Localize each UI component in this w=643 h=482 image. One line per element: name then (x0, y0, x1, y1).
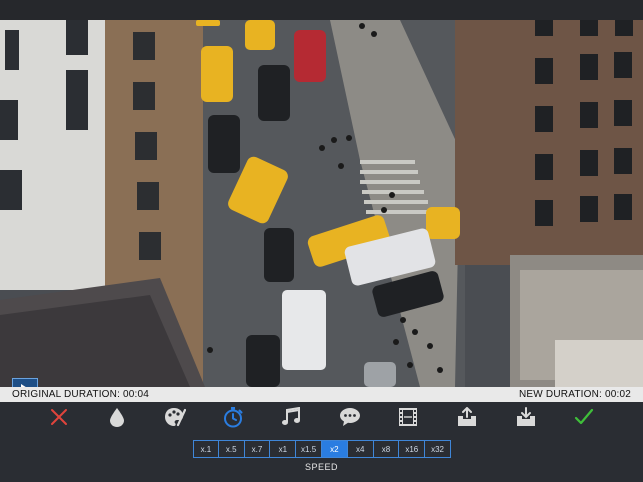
stopwatch-icon (224, 407, 243, 428)
film-button[interactable] (396, 405, 420, 429)
speed-label: SPEED (304, 462, 338, 472)
speed-option-x0-5[interactable]: x.5 (218, 440, 245, 458)
play-button[interactable] (12, 378, 38, 387)
speed-selector: x.1 x.5 x.7 x1 x1.5 x2 x4 x8 x16 x32 (193, 440, 451, 458)
confirm-button[interactable] (572, 405, 596, 429)
insert-before-button[interactable] (455, 405, 479, 429)
checkmark-icon (574, 408, 594, 425)
speed-option-x16[interactable]: x16 (399, 440, 426, 458)
music-note-icon (282, 407, 300, 425)
tray-up-icon (458, 407, 476, 426)
duration-bar: ORIGINAL DURATION: 00:04 NEW DURATION: 0… (0, 387, 643, 402)
cancel-button[interactable] (47, 405, 71, 429)
palette-icon (165, 408, 186, 427)
video-preview[interactable] (0, 20, 643, 387)
speed-button[interactable] (221, 405, 245, 429)
speech-bubble-icon (340, 408, 360, 426)
effects-button[interactable] (163, 405, 187, 429)
speed-option-x0-7[interactable]: x.7 (244, 440, 271, 458)
speed-option-x2[interactable]: x2 (321, 440, 348, 458)
droplet-icon (110, 408, 124, 427)
speed-option-x32[interactable]: x32 (425, 440, 451, 458)
text-button[interactable] (338, 405, 362, 429)
speed-option-x1[interactable]: x1 (270, 440, 297, 458)
original-duration-label: ORIGINAL DURATION: 00:04 (12, 389, 150, 400)
new-duration-label: NEW DURATION: 00:02 (519, 389, 631, 400)
speed-option-x4[interactable]: x4 (347, 440, 374, 458)
editing-toolbar (0, 402, 643, 432)
color-filter-button[interactable] (105, 405, 129, 429)
video-frame-image (0, 20, 643, 387)
close-icon (51, 409, 67, 425)
music-button[interactable] (279, 405, 303, 429)
speed-option-x8[interactable]: x8 (373, 440, 400, 458)
film-strip-icon (399, 408, 417, 426)
tray-down-icon (517, 407, 535, 426)
top-status-bar (0, 0, 643, 20)
speed-option-x0-1[interactable]: x.1 (193, 440, 219, 458)
speed-option-x1-5[interactable]: x1.5 (296, 440, 322, 458)
insert-after-button[interactable] (514, 405, 538, 429)
